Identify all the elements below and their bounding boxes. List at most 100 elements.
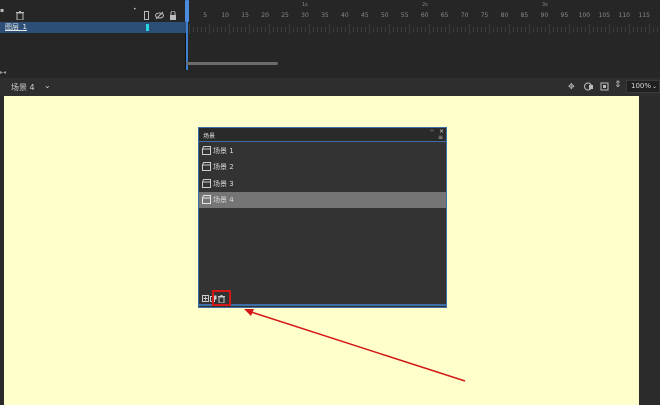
frame-cell-tick <box>445 27 446 32</box>
frame-cell-tick <box>625 27 626 32</box>
frame-cell-tick <box>377 27 378 32</box>
frame-cell-tick <box>201 27 202 32</box>
frame-cell-tick <box>601 27 602 32</box>
frame-cell-tick <box>405 27 406 32</box>
frame-number: 95 <box>560 12 569 19</box>
second-marker: 3s <box>542 2 548 8</box>
frame-ruler[interactable]: 5 10 15 20 25 30 35 40 45 50 55 60 65 70 75 80 85 90 95 100… <box>187 0 660 22</box>
frame-number: 80 <box>500 12 509 19</box>
second-marker: 1s <box>302 2 308 8</box>
frame-cell-tick <box>409 24 410 34</box>
zoom-value: 100% <box>631 82 652 90</box>
frame-cell-tick <box>553 27 554 32</box>
frame-cell-tick <box>417 27 418 32</box>
expand-icon[interactable]: ▪ <box>0 7 4 14</box>
frame-cell-tick <box>593 27 594 32</box>
frame-cell-tick <box>425 27 426 32</box>
frame-number: 15 <box>241 12 249 19</box>
frame-number: 65 <box>440 12 449 19</box>
frame-cell-tick <box>209 24 210 34</box>
rotate-icon[interactable]: ⇕ <box>614 80 622 90</box>
current-scene-label[interactable]: 场景 4 <box>11 82 35 93</box>
layer-row[interactable] <box>0 22 186 33</box>
scene-panel-bottom-border <box>199 304 446 306</box>
frame-cell-tick <box>349 24 350 34</box>
add-scene-icon[interactable] <box>201 295 209 303</box>
frame-cell-tick <box>305 27 306 32</box>
frame-cells[interactable] <box>187 22 660 36</box>
frame-cell-tick <box>221 27 222 32</box>
frames-area[interactable]: 5 10 15 20 25 30 35 40 45 50 55 60 65 70 75 80 85 90 95 100… <box>187 0 660 70</box>
frame-cell-tick <box>421 27 422 32</box>
frame-cell-tick <box>397 27 398 32</box>
scene-list-item-selected[interactable]: 场景 4 <box>199 192 446 208</box>
clip-icon[interactable] <box>584 82 593 93</box>
frame-cell-tick <box>345 27 346 32</box>
scene-list-item[interactable]: 场景 3 <box>199 176 446 192</box>
frame-cell-tick <box>513 27 514 32</box>
zoom-select[interactable]: 100% ⌄ <box>626 80 660 93</box>
frame-cell-tick <box>505 27 506 32</box>
frame-cell-tick <box>481 27 482 32</box>
frame-cell-tick <box>565 27 566 32</box>
frame-number: 30 <box>301 12 309 19</box>
chevron-down-icon[interactable]: ⌄ <box>44 81 51 90</box>
frame-cell-tick <box>477 27 478 32</box>
frame-cell-tick <box>457 27 458 32</box>
frame-cell-tick <box>229 24 230 34</box>
scene-name: 场景 4 <box>213 196 234 204</box>
frame-icon[interactable] <box>600 82 609 93</box>
playhead-handle[interactable] <box>185 0 189 22</box>
frame-cell-tick <box>385 27 386 32</box>
frame-cell-tick <box>361 27 362 32</box>
frame-cell-tick <box>317 27 318 32</box>
frame-cell-tick <box>569 24 570 34</box>
center-stage-icon[interactable]: ✥ <box>568 82 575 91</box>
clapperboard-icon <box>202 146 211 155</box>
frame-cell-tick <box>557 27 558 32</box>
frame-number: 70 <box>460 12 469 19</box>
frame-cell-tick <box>537 27 538 32</box>
frame-cell-tick <box>585 27 586 32</box>
frame-cell-tick <box>325 27 326 32</box>
frame-cell-tick <box>205 27 206 32</box>
frame-cell-tick <box>637 27 638 32</box>
frame-cell-tick <box>277 27 278 32</box>
frame-cell-tick <box>401 27 402 32</box>
scene-list-item[interactable]: 场景 2 <box>199 159 446 175</box>
collapse-icon[interactable]: ‹‹ <box>430 128 434 134</box>
frame-cell-tick <box>489 24 490 34</box>
frame-cell-tick <box>309 24 310 34</box>
frame-cell-tick <box>213 27 214 32</box>
frame-number: 75 <box>480 12 489 19</box>
frame-cell-tick <box>469 24 470 34</box>
frame-cell-tick <box>353 27 354 32</box>
frame-cell-tick <box>289 24 290 34</box>
frame-cell-tick <box>525 27 526 32</box>
timeline-scrollbar[interactable] <box>186 62 278 65</box>
scene-name: 场景 3 <box>213 180 234 188</box>
frame-number: 40 <box>341 12 349 19</box>
frame-cell-tick <box>485 27 486 32</box>
layer-color-swatch[interactable] <box>146 24 149 31</box>
dot-icon[interactable]: • <box>133 6 137 13</box>
scene-list-item[interactable]: 场景 1 <box>199 143 446 159</box>
frame-cell-tick <box>461 27 462 32</box>
frame-number: 105 <box>598 12 611 19</box>
frame-cell-tick <box>233 27 234 32</box>
app-window: ▪ • 图层_1 5 10 15 20 25 30 35 40 45 50 55 60 <box>0 0 660 405</box>
frame-cell-tick <box>365 27 366 32</box>
frame-cell-tick <box>645 27 646 32</box>
scene-bar-divider: ▸◂ <box>0 69 660 78</box>
frame-cell-tick <box>501 27 502 32</box>
frame-cell-tick <box>641 27 642 32</box>
frame-number: 60 <box>420 12 429 19</box>
layer-name[interactable]: 图层_1 <box>5 22 27 33</box>
frame-cell-tick <box>237 27 238 32</box>
frame-cell-tick <box>465 27 466 32</box>
frame-cell-tick <box>357 27 358 32</box>
panel-menu-icon[interactable]: ≡ <box>438 134 443 141</box>
scene-panel: 场景 ‹‹ × ≡ 场景 1 场景 2 场景 3 场景 4 <box>198 127 447 308</box>
panel-toggle-icon[interactable]: ▸◂ <box>0 69 6 76</box>
scene-panel-titlebar[interactable]: 场景 ‹‹ × ≡ <box>199 128 446 142</box>
